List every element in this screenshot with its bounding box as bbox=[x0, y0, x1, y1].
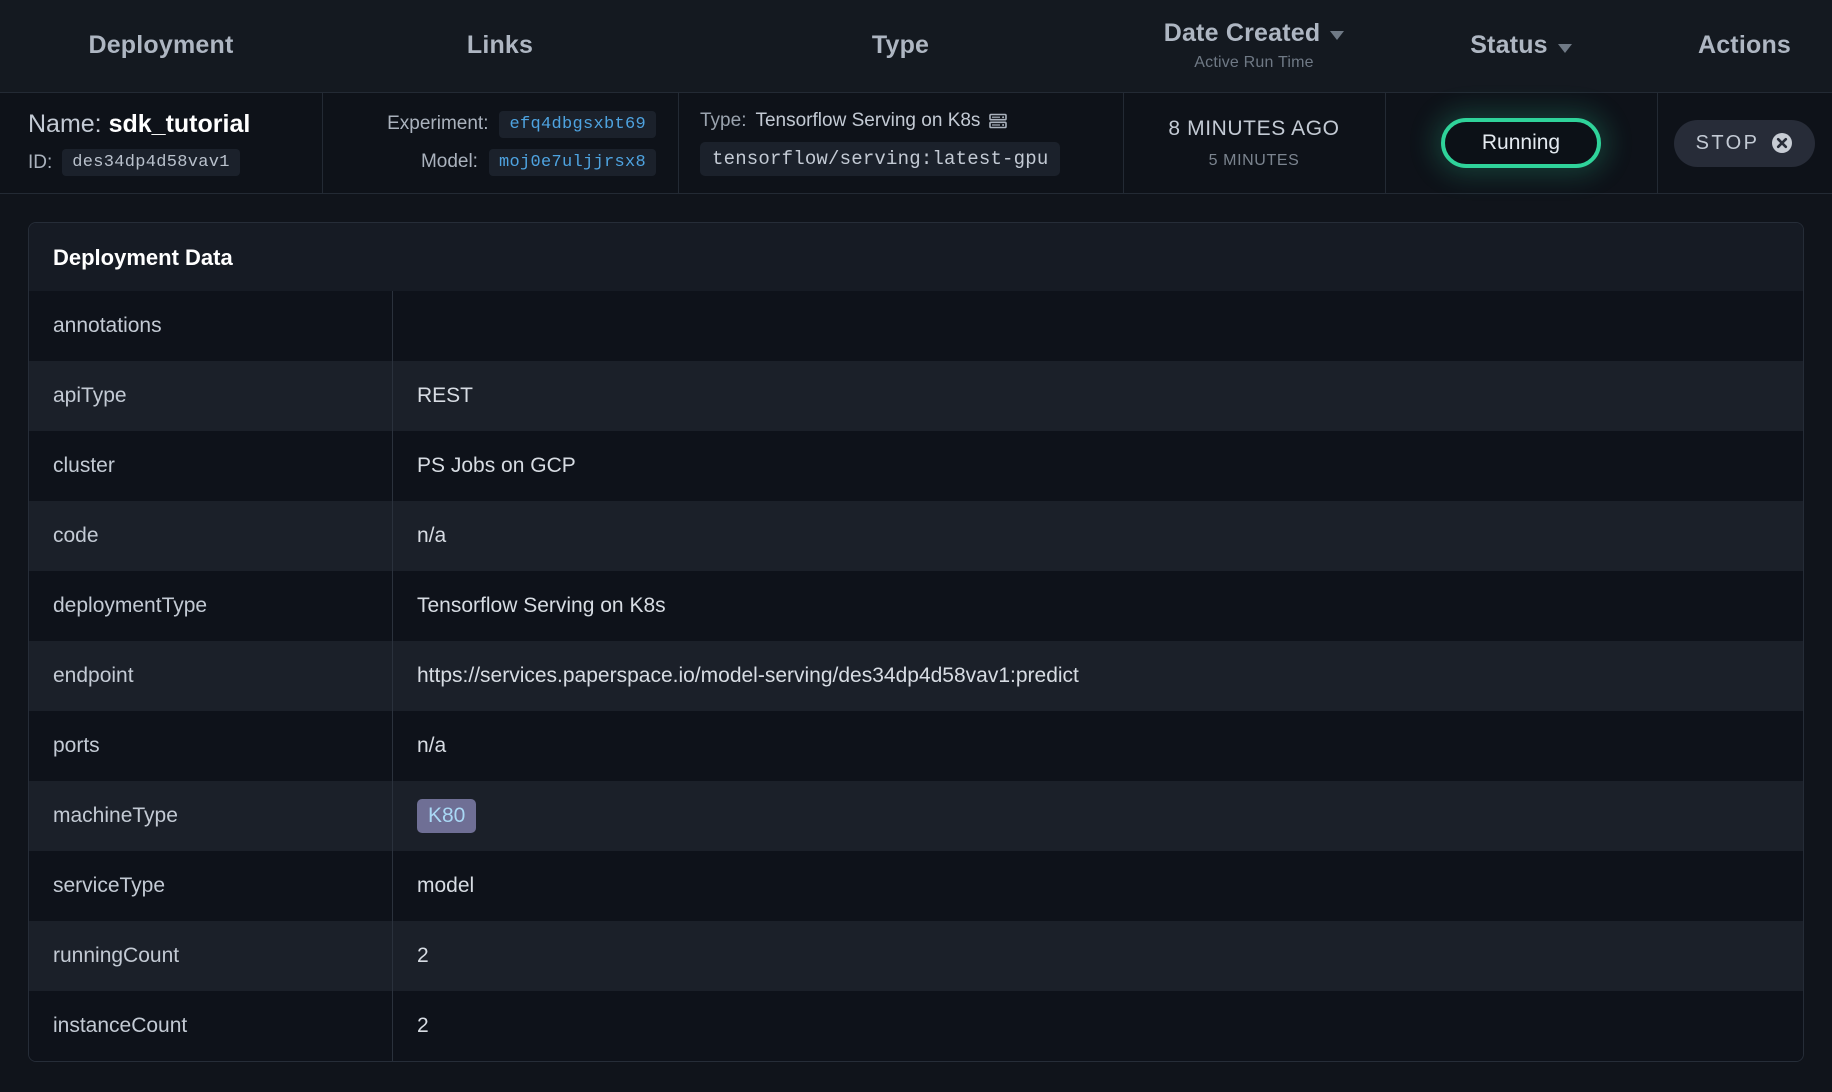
table-row: portsn/a bbox=[29, 711, 1803, 781]
table-cell-value: K80 bbox=[393, 781, 1803, 851]
experiment-label: Experiment: bbox=[387, 113, 488, 135]
table-row: annotations bbox=[29, 291, 1803, 361]
deployment-type-value: Tensorflow Serving on K8s bbox=[755, 110, 980, 132]
table-cell-key: machineType bbox=[29, 781, 393, 851]
model-label: Model: bbox=[421, 151, 478, 173]
deployment-name-value: sdk_tutorial bbox=[109, 110, 251, 138]
deployment-row[interactable]: Name: sdk_tutorial ID: des34dp4d58vav1 E… bbox=[0, 93, 1832, 194]
column-header-active-run-time-label: Active Run Time bbox=[1194, 54, 1313, 72]
table-cell-key: ports bbox=[29, 711, 393, 781]
deployment-data-table: annotationsapiTypeRESTclusterPS Jobs on … bbox=[29, 291, 1803, 1061]
column-header-links-label: Links bbox=[467, 32, 533, 60]
column-header-status[interactable]: Status bbox=[1385, 0, 1657, 92]
server-rack-icon bbox=[989, 112, 1007, 130]
column-header-links: Links bbox=[322, 0, 678, 92]
deployment-links-cell: Experiment: efq4dbgsxbt69 Model: moj0e7u… bbox=[322, 93, 678, 193]
table-cell-key: serviceType bbox=[29, 851, 393, 921]
table-row: apiTypeREST bbox=[29, 361, 1803, 431]
table-cell-value: REST bbox=[393, 361, 1803, 431]
stop-button-label: STOP bbox=[1696, 132, 1760, 155]
column-header-actions-label: Actions bbox=[1698, 32, 1791, 60]
deployment-id-line: ID: des34dp4d58vav1 bbox=[28, 149, 240, 176]
status-badge: Running bbox=[1441, 118, 1601, 168]
table-cell-key: code bbox=[29, 501, 393, 571]
column-header-type-label: Type bbox=[872, 32, 929, 60]
table-row: endpointhttps://services.paperspace.io/m… bbox=[29, 641, 1803, 711]
column-header-date-created-row: Date Created bbox=[1164, 20, 1345, 48]
table-cell-key: deploymentType bbox=[29, 571, 393, 641]
column-header-status-label: Status bbox=[1470, 32, 1548, 60]
chevron-down-icon[interactable] bbox=[1330, 31, 1344, 40]
deployment-data-title: Deployment Data bbox=[29, 223, 1803, 291]
table-row: runningCount2 bbox=[29, 921, 1803, 991]
stop-button[interactable]: STOP bbox=[1674, 120, 1816, 167]
active-run-time-value: 5 MINUTES bbox=[1209, 152, 1300, 170]
deployment-date-cell: 8 MINUTES AGO 5 MINUTES bbox=[1123, 93, 1385, 193]
deployment-name-line: Name: sdk_tutorial bbox=[28, 110, 250, 139]
deployment-type-cell: Type: Tensorflow Serving on K8s tensorfl… bbox=[678, 93, 1123, 193]
table-cell-value: n/a bbox=[393, 711, 1803, 781]
table-row: clusterPS Jobs on GCP bbox=[29, 431, 1803, 501]
deployment-type-label: Type: bbox=[700, 110, 746, 132]
table-cell-key: cluster bbox=[29, 431, 393, 501]
deployment-detail-page: Deployment Links Type Date Created Activ… bbox=[0, 0, 1832, 1092]
table-cell-key: runningCount bbox=[29, 921, 393, 991]
date-created-value: 8 MINUTES AGO bbox=[1168, 117, 1339, 141]
table-row: deploymentTypeTensorflow Serving on K8s bbox=[29, 571, 1803, 641]
deployment-name-cell: Name: sdk_tutorial ID: des34dp4d58vav1 bbox=[0, 93, 322, 193]
table-cell-value: 2 bbox=[393, 921, 1803, 991]
chevron-down-icon[interactable] bbox=[1558, 44, 1572, 53]
experiment-link-line: Experiment: efq4dbgsxbt69 bbox=[387, 111, 656, 138]
column-header-deployment: Deployment bbox=[0, 0, 322, 92]
column-header-actions: Actions bbox=[1657, 0, 1832, 92]
column-header-type: Type bbox=[678, 0, 1123, 92]
table-cell-key: endpoint bbox=[29, 641, 393, 711]
model-link-line: Model: moj0e7uljjrsx8 bbox=[421, 149, 656, 176]
deployment-data-section: Deployment Data annotationsapiTypeRESTcl… bbox=[0, 194, 1832, 1062]
deployment-actions-cell: STOP bbox=[1657, 93, 1832, 193]
table-cell-value: Tensorflow Serving on K8s bbox=[393, 571, 1803, 641]
deployment-name-label: Name: bbox=[28, 110, 102, 138]
machine-type-chip: K80 bbox=[417, 799, 476, 833]
experiment-link[interactable]: efq4dbgsxbt69 bbox=[499, 111, 656, 138]
table-cell-key: apiType bbox=[29, 361, 393, 431]
table-row: serviceTypemodel bbox=[29, 851, 1803, 921]
model-link[interactable]: moj0e7uljjrsx8 bbox=[489, 149, 656, 176]
table-cell-value bbox=[393, 291, 1803, 361]
deployment-image-value[interactable]: tensorflow/serving:latest-gpu bbox=[700, 142, 1060, 176]
column-header-status-row: Status bbox=[1470, 32, 1572, 60]
table-row: instanceCount2 bbox=[29, 991, 1803, 1061]
column-header-date-created-label: Date Created bbox=[1164, 20, 1321, 48]
table-cell-value: n/a bbox=[393, 501, 1803, 571]
deployment-data-card: Deployment Data annotationsapiTypeRESTcl… bbox=[28, 222, 1804, 1062]
deployment-status-cell: Running bbox=[1385, 93, 1657, 193]
deployment-id-value[interactable]: des34dp4d58vav1 bbox=[62, 149, 240, 176]
table-cell-value: https://services.paperspace.io/model-ser… bbox=[393, 641, 1803, 711]
column-header-deployment-label: Deployment bbox=[88, 32, 233, 60]
table-row: coden/a bbox=[29, 501, 1803, 571]
table-cell-value: PS Jobs on GCP bbox=[393, 431, 1803, 501]
deployments-table-header: Deployment Links Type Date Created Activ… bbox=[0, 0, 1832, 93]
close-circle-icon bbox=[1771, 132, 1793, 154]
table-row: machineType K80 bbox=[29, 781, 1803, 851]
table-cell-key: instanceCount bbox=[29, 991, 393, 1061]
table-cell-value: model bbox=[393, 851, 1803, 921]
table-cell-value: 2 bbox=[393, 991, 1803, 1061]
deployment-type-line: Type: Tensorflow Serving on K8s bbox=[700, 110, 1007, 132]
column-header-date-created[interactable]: Date Created Active Run Time bbox=[1123, 0, 1385, 92]
deployment-id-label: ID: bbox=[28, 152, 52, 174]
table-cell-key: annotations bbox=[29, 291, 393, 361]
